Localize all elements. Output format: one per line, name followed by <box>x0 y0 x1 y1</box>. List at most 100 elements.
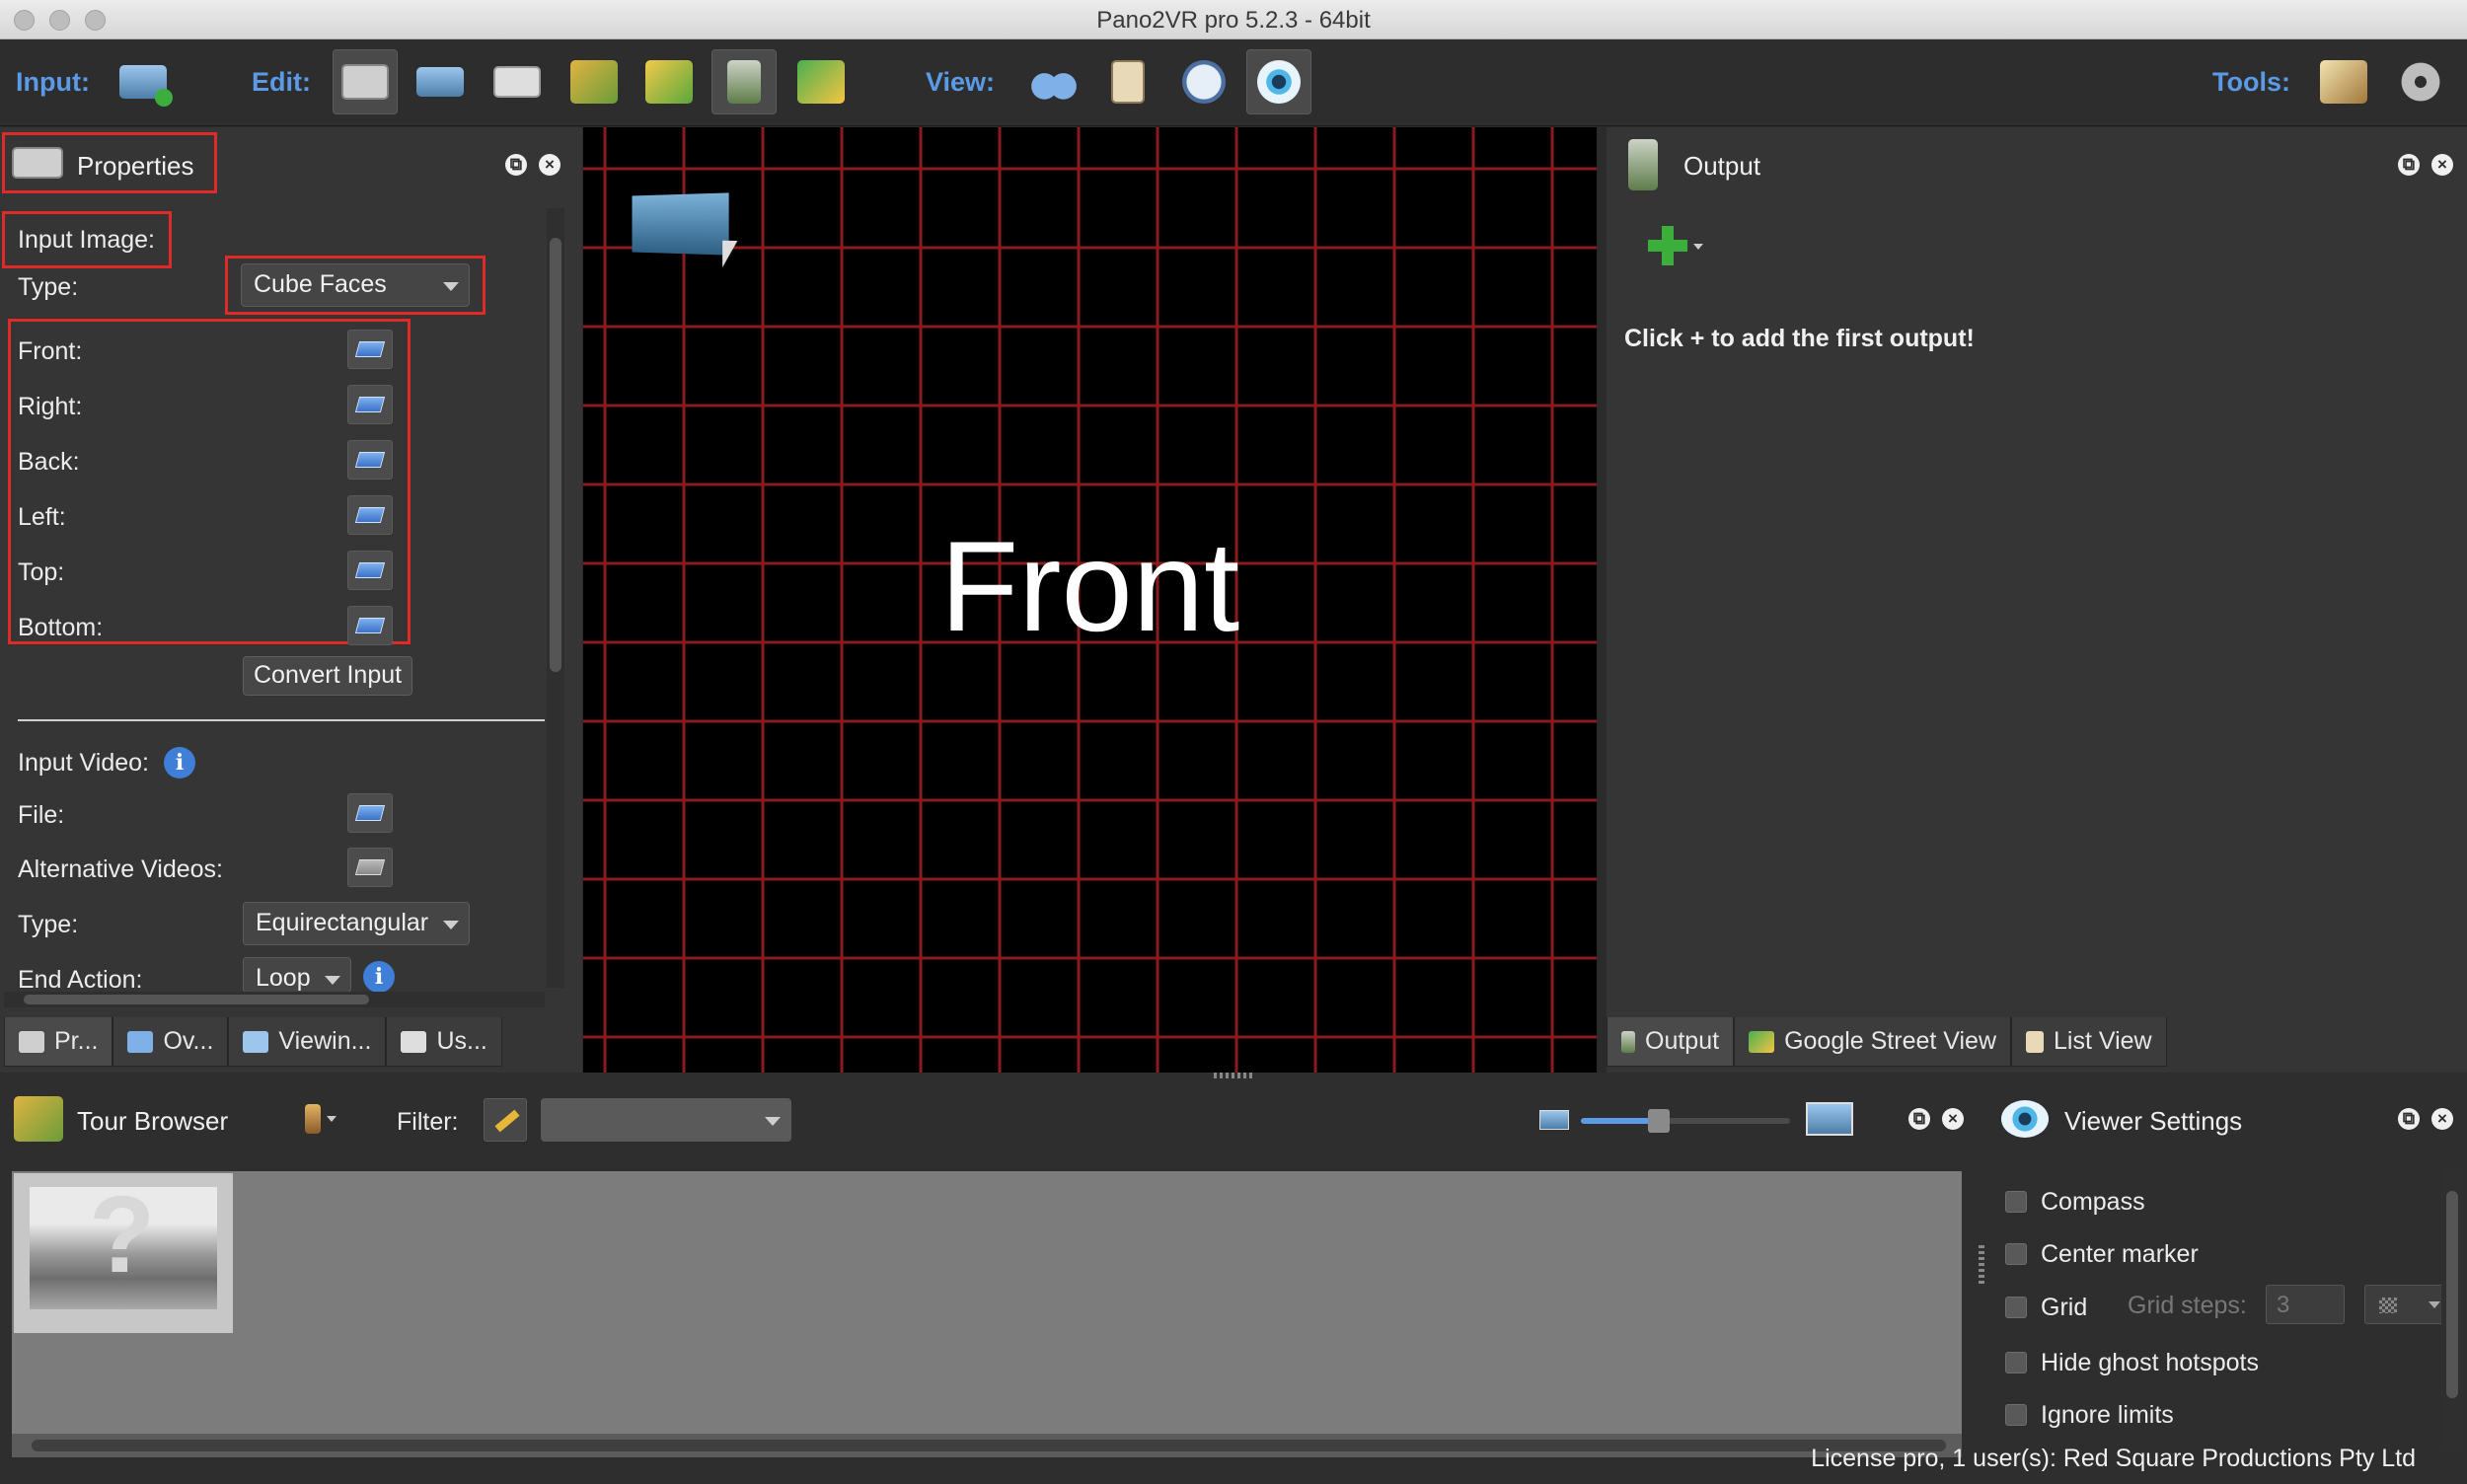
face-browse-button-front[interactable] <box>347 330 393 369</box>
video-button[interactable] <box>2388 49 2453 114</box>
tour-browser-title: Tour Browser <box>77 1106 229 1136</box>
slider-handle[interactable] <box>1648 1109 1670 1133</box>
info-icon[interactable]: i <box>363 961 395 993</box>
folder-icon <box>354 507 386 523</box>
sort-menu-button[interactable] <box>301 1102 340 1138</box>
drop-input-icon <box>632 192 738 268</box>
add-output-button[interactable] <box>1648 224 1707 273</box>
tab-overview[interactable]: Ov... <box>112 1017 229 1067</box>
panorama-eye-icon <box>416 67 464 97</box>
tab-label: Pr... <box>54 1027 99 1055</box>
output-icon <box>1628 139 1658 190</box>
tab-google-street-view[interactable]: Google Street View <box>1734 1017 2012 1067</box>
face-browse-button-bottom[interactable] <box>347 606 393 645</box>
viewer-settings-scrollbar[interactable] <box>2441 1167 2463 1451</box>
tab-label: List View <box>2054 1027 2152 1055</box>
tour-browser-area[interactable]: ? <box>12 1171 1962 1457</box>
tab-label: Viewin... <box>278 1027 372 1055</box>
checkbox-center-marker[interactable] <box>2005 1243 2027 1265</box>
close-panel-icon[interactable]: × <box>539 154 561 176</box>
face-browse-button-left[interactable] <box>347 495 393 535</box>
close-panel-icon[interactable]: × <box>2431 1108 2453 1130</box>
panorama-viewer[interactable]: Front <box>583 127 1597 1073</box>
checker-icon <box>2379 1298 2397 1313</box>
viewer-settings-button[interactable] <box>1246 49 1311 114</box>
timeline-button[interactable] <box>1171 49 1236 114</box>
tab-output[interactable]: Output <box>1607 1017 1735 1067</box>
tour-browser-button[interactable] <box>561 49 627 114</box>
clipboard-button[interactable] <box>1095 49 1160 114</box>
properties-scrollbar[interactable] <box>547 208 564 988</box>
tour-view-button[interactable] <box>1021 49 1086 114</box>
checkbox-compass[interactable] <box>2005 1191 2027 1213</box>
video-type-dropdown[interactable]: Equirectangular <box>243 902 470 945</box>
viewing-parameters-button[interactable] <box>408 49 473 114</box>
checkbox-ignore-limits[interactable] <box>2005 1404 2027 1426</box>
splitter-handle[interactable] <box>1214 1073 1253 1078</box>
hscrollbar-thumb[interactable] <box>24 995 369 1004</box>
status-bar: License pro, 1 user(s): Red Square Produ… <box>0 1433 2467 1484</box>
scrollbar-thumb[interactable] <box>550 238 561 672</box>
folder-icon <box>354 397 386 412</box>
user-data-button[interactable] <box>485 49 550 114</box>
close-panel-icon[interactable]: × <box>2431 154 2453 176</box>
input-video-label: Input Video: <box>18 749 149 777</box>
tab-user-data[interactable]: Us... <box>386 1017 502 1067</box>
tab-viewing[interactable]: Viewin... <box>228 1017 387 1067</box>
alternative-videos-label: Alternative Videos: <box>18 855 223 883</box>
grid-steps-input[interactable]: 3 <box>2266 1285 2345 1324</box>
chevron-down-icon <box>327 1116 336 1122</box>
id-card-icon <box>401 1030 427 1053</box>
face-label-back: Back: <box>18 448 80 476</box>
face-browse-button-right[interactable] <box>347 385 393 424</box>
viewer-settings-window-controls: ⧉ × <box>2398 1108 2453 1130</box>
face-label-left: Left: <box>18 503 66 531</box>
splitter-handle[interactable] <box>1979 1245 1984 1285</box>
undock-icon[interactable]: ⧉ <box>505 154 527 176</box>
close-panel-icon[interactable]: × <box>1942 1108 1964 1130</box>
add-input-button[interactable] <box>111 49 176 114</box>
properties-panel: Properties ⧉ × Input Image: Type: Cube F… <box>0 127 582 1073</box>
end-action-value: Loop <box>256 964 311 992</box>
undock-icon[interactable]: ⧉ <box>2398 1108 2420 1130</box>
file-browse-button[interactable] <box>347 793 393 833</box>
sliders-icon <box>12 147 63 179</box>
output-icon <box>1621 1030 1635 1053</box>
viewer-settings-title: Viewer Settings <box>2064 1106 2243 1136</box>
undock-icon[interactable]: ⧉ <box>2398 154 2420 176</box>
end-action-dropdown[interactable]: Loop <box>243 957 351 993</box>
pencil-icon <box>494 1109 520 1133</box>
checkbox-grid[interactable] <box>2005 1297 2027 1318</box>
thumbnail-size-slider[interactable] <box>1581 1109 1790 1133</box>
tab-list-view[interactable]: List View <box>2011 1017 2167 1067</box>
google-maps-button[interactable] <box>788 49 854 114</box>
panorama-thumbnail[interactable]: ? <box>14 1173 233 1333</box>
skin-editor-button[interactable] <box>711 49 777 114</box>
properties-button[interactable] <box>333 49 398 114</box>
face-label-top: Top: <box>18 558 65 586</box>
face-browse-button-top[interactable] <box>347 551 393 590</box>
clipboard-icon <box>1111 60 1145 104</box>
tab-label: Google Street View <box>1784 1027 1997 1055</box>
thumbnail-large-icon <box>1806 1102 1853 1136</box>
tools-button[interactable] <box>2311 49 2376 114</box>
convert-input-button[interactable]: Convert Input <box>243 656 413 696</box>
undock-icon[interactable]: ⧉ <box>1908 1108 1930 1130</box>
filter-dropdown[interactable] <box>541 1098 791 1142</box>
alternative-videos-button[interactable] <box>347 848 393 887</box>
option-label: Compass <box>2041 1188 2145 1216</box>
panel-window-controls: ⧉ × <box>2398 154 2453 176</box>
tour-map-button[interactable] <box>636 49 702 114</box>
grid-color-picker[interactable] <box>2364 1285 2449 1324</box>
map-pin-icon <box>645 60 693 104</box>
checkbox-hide-ghost-hotspots[interactable] <box>2005 1352 2027 1373</box>
scrollbar-thumb[interactable] <box>2446 1191 2458 1398</box>
properties-hscrollbar[interactable] <box>4 992 545 1007</box>
question-mark-icon: ? <box>89 1174 156 1296</box>
info-icon[interactable]: i <box>164 747 195 779</box>
tab-label: Output <box>1645 1027 1720 1055</box>
tab-properties[interactable]: Pr... <box>4 1017 113 1067</box>
face-browse-button-back[interactable] <box>347 440 393 480</box>
input-type-dropdown[interactable]: Cube Faces <box>241 263 470 307</box>
filter-edit-button[interactable] <box>484 1098 527 1142</box>
